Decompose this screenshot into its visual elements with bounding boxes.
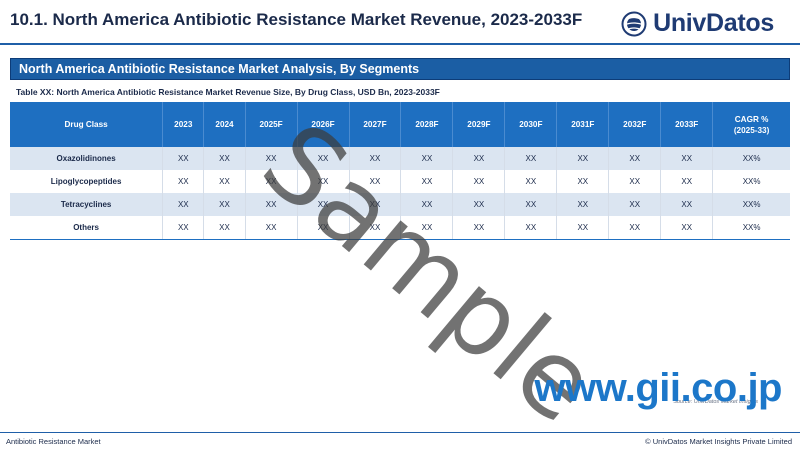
table-cell: XX%: [712, 193, 790, 216]
column-header: 2033F: [660, 102, 714, 147]
header-divider: [0, 43, 800, 45]
table-header-row: Drug Class 2023 2024 2025F 2026F 2027F 2028F 20…: [10, 102, 790, 147]
logo-text: UnivDatos: [653, 9, 774, 37]
table-cell: XX: [162, 147, 205, 170]
table-cell: XX: [556, 147, 610, 170]
table-cell: XX: [452, 170, 506, 193]
table-cell: XX: [452, 216, 506, 240]
table-cell: XX: [452, 193, 506, 216]
section-title-bar: North America Antibiotic Resistance Mark…: [10, 58, 790, 80]
column-header: 2027F: [349, 102, 402, 147]
brand-logo: UnivDatos: [621, 9, 774, 38]
table-cell: XX: [660, 170, 714, 193]
table-cell: XX: [556, 216, 610, 240]
url-watermark: www.gii.co.jp: [534, 366, 782, 410]
table-cell: XX: [660, 147, 714, 170]
table-cell: XX: [504, 147, 558, 170]
table-body: Oxazolidinones XX XX XX XX XX XX XX XX XX XX XX XX% L…: [10, 147, 790, 240]
column-header: 2028F: [400, 102, 454, 147]
column-header: 2032F: [608, 102, 662, 147]
column-header: 2026F: [297, 102, 350, 147]
table-cell: XX: [608, 170, 662, 193]
table-cell: XX: [297, 216, 350, 240]
table-cell: XX%: [742, 177, 761, 186]
table-cell: XX: [556, 193, 610, 216]
table-cell: XX: [608, 216, 662, 240]
table-cell: XX: [504, 170, 558, 193]
column-header: CAGR % (2025-33): [712, 102, 790, 147]
table-cell: XX: [203, 216, 246, 240]
table-cell: XX: [504, 193, 558, 216]
table-row: Oxazolidinones XX XX XX XX XX XX XX XX XX XX XX XX%: [10, 147, 790, 170]
table-cell: XX: [504, 216, 558, 240]
market-revenue-table: Drug Class 2023 2024 2025F 2026F 2027F 2028F 20…: [10, 102, 790, 240]
table-cell: XX: [660, 216, 714, 240]
footer-market-name: Antibiotic Resistance Market: [6, 437, 101, 446]
table-cell: XX: [245, 216, 298, 240]
column-header: 2029F: [452, 102, 506, 147]
table-cell: XX: [297, 193, 350, 216]
page-title: 10.1. North America Antibiotic Resistanc…: [10, 10, 583, 29]
table-row: Others XX XX XX XX XX XX XX XX XX XX XX XX%: [10, 216, 790, 240]
table-cell: XX%: [712, 216, 790, 240]
table-row: Tetracyclines XX XX XX XX XX XX XX XX XX XX XX XX%: [10, 193, 790, 216]
column-header: 2030F: [504, 102, 558, 147]
table-cell: XX%: [712, 147, 790, 170]
column-header: 2025F: [245, 102, 298, 147]
table-cell: XX: [660, 193, 714, 216]
table-caption: Table XX: North America Antibiotic Resis…: [16, 87, 440, 97]
table-cell: XX: [162, 216, 205, 240]
globe-icon: [621, 11, 647, 36]
column-header: 2031F: [556, 102, 610, 147]
table-cell: XX: [297, 147, 350, 170]
table-cell: XX: [162, 170, 205, 193]
table-cell: XX: [349, 193, 402, 216]
row-label: Others: [10, 216, 164, 240]
column-header: 2024: [203, 102, 246, 147]
column-header-drug-class: Drug Class: [10, 102, 164, 147]
table-row: Lipoglycopeptides XX XX XX XX XX XX XX XX XX XX XX X…: [10, 170, 790, 193]
table-cell: XX: [349, 170, 402, 193]
table-cell: XX: [245, 147, 298, 170]
footer-divider: [0, 432, 800, 433]
table-cell: XX: [452, 147, 506, 170]
table-cell: XX: [400, 170, 454, 193]
table-cell: XX: [556, 170, 610, 193]
row-label: Lipoglycopeptides: [10, 170, 164, 193]
table-cell: XX: [400, 216, 454, 240]
table-cell: XX: [245, 193, 298, 216]
table-cell: XX: [400, 147, 454, 170]
table-cell: XX: [203, 147, 246, 170]
table-cell: XX: [162, 193, 205, 216]
column-header: 2023: [162, 102, 205, 147]
table-cell: XX: [349, 147, 402, 170]
row-label: Oxazolidinones: [10, 147, 164, 170]
table-cell: XX: [297, 170, 350, 193]
footer-copyright: © UnivDatos Market Insights Private Limi…: [645, 437, 792, 446]
table-cell: XX: [608, 147, 662, 170]
table-cell: XX: [203, 170, 246, 193]
row-label: Tetracyclines: [10, 193, 164, 216]
table-cell: XX: [203, 193, 246, 216]
table-cell: XX: [400, 193, 454, 216]
table-cell: XX: [245, 170, 298, 193]
table-cell: XX: [349, 216, 402, 240]
table-cell: XX: [608, 193, 662, 216]
